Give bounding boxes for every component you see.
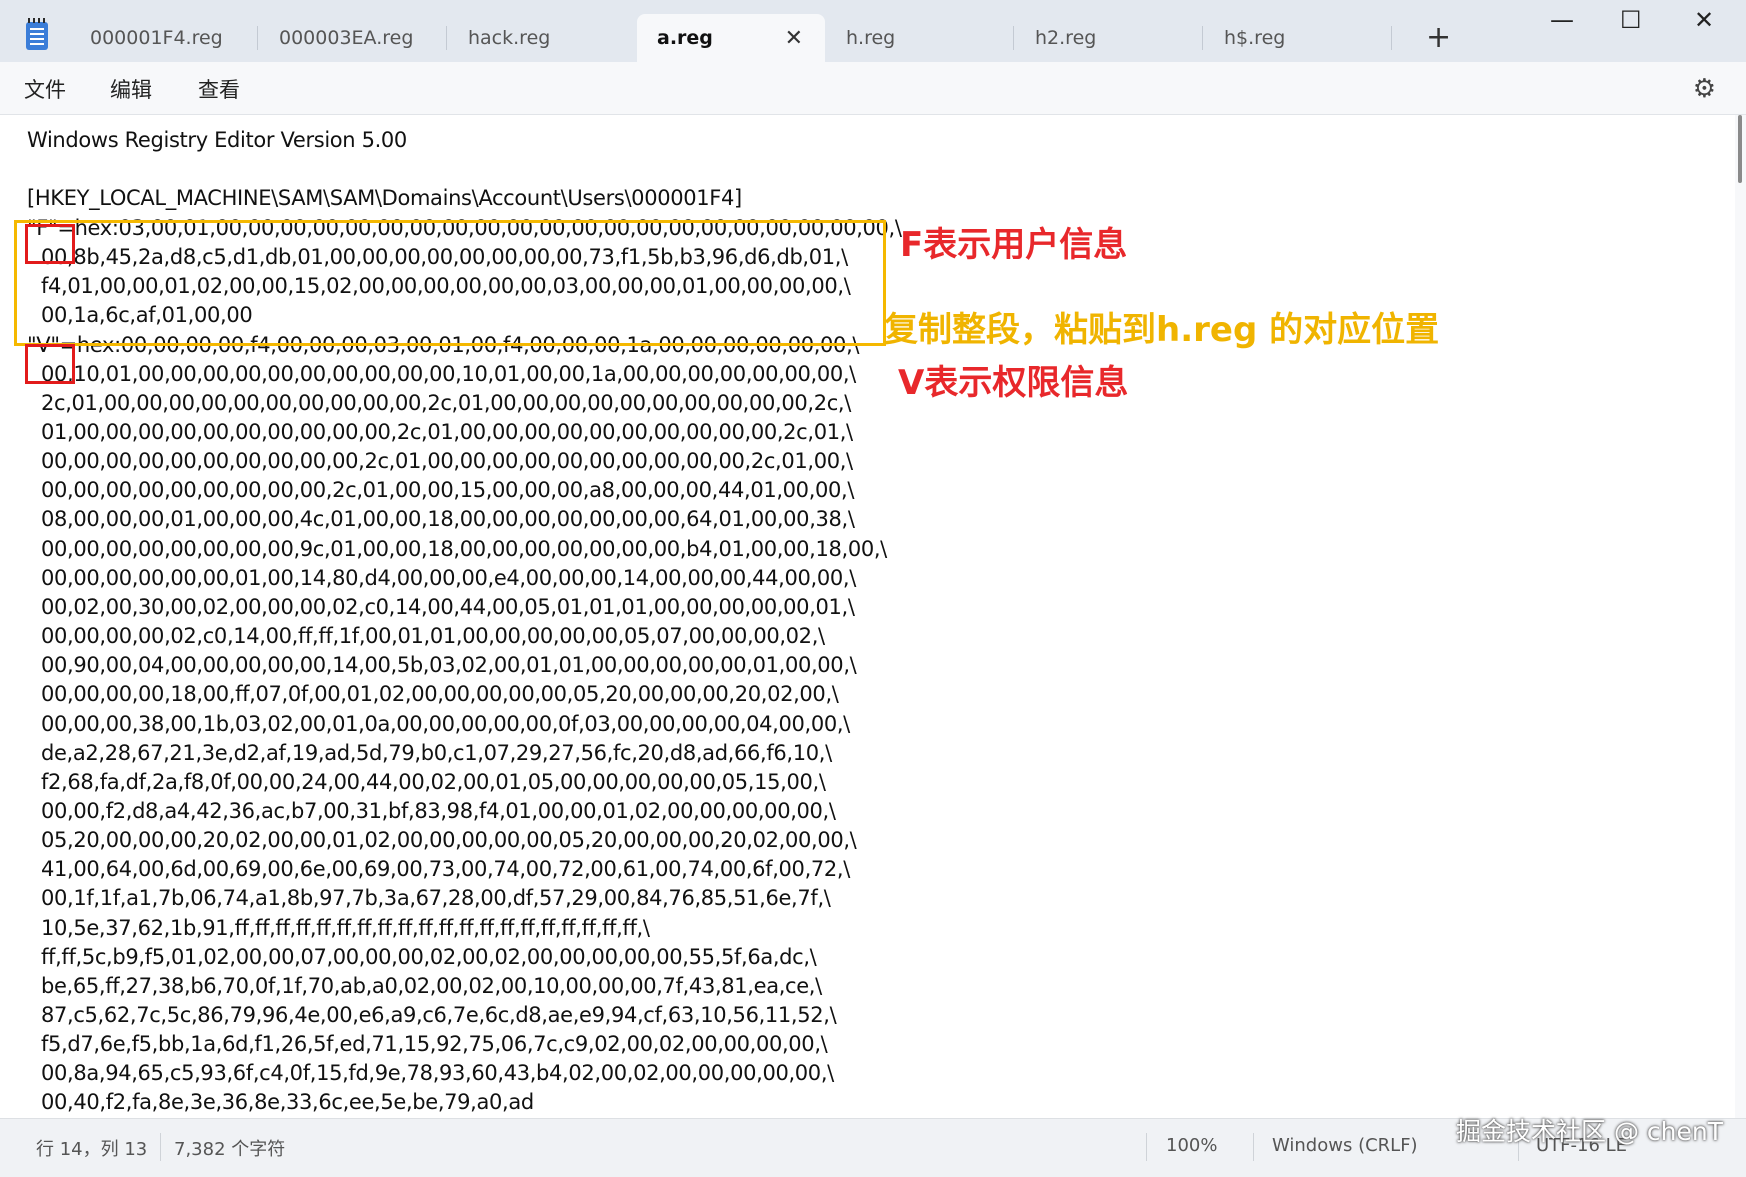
tab-label: h.reg [846,27,896,49]
editor-line: 00,00,00,00,00,00,01,00,14,80,d4,00,00,0… [41,566,856,590]
editor-line: 00,00,00,00,00,00,00,00,9c,01,00,00,18,0… [41,537,887,561]
menu-bar: 文件 编辑 查看 ⚙ [0,62,1746,115]
v-key-highlight-box [25,344,75,384]
copy-annotation: 复制整段，粘贴到h.reg 的对应位置 [884,310,1440,350]
tab-000003EA[interactable]: 000003EA.reg [259,14,447,62]
watermark: 掘金技术社区 @ chenT [1456,1117,1723,1146]
f-block-highlight-box [14,220,886,346]
close-window-icon[interactable]: ✕ [1694,6,1714,34]
editor-line: 05,20,00,00,00,20,02,00,00,01,02,00,00,0… [41,828,857,852]
tab-h[interactable]: h.reg [826,14,1014,62]
tab-h-dollar[interactable]: h$.reg [1204,14,1392,62]
f-key-highlight-box [25,224,75,264]
notepad-window: 000001F4.reg 000003EA.reg hack.reg a.reg… [0,0,1746,1177]
menu-edit[interactable]: 编辑 [110,74,152,104]
v-annotation: V表示权限信息 [898,363,1129,403]
settings-gear-icon[interactable]: ⚙ [1693,74,1716,104]
tab-a-active[interactable]: a.reg ✕ [637,14,825,62]
minimize-icon[interactable]: — [1550,6,1574,34]
editor-line: [HKEY_LOCAL_MACHINE\SAM\SAM\Domains\Acco… [27,186,742,210]
editor-line: 00,00,00,00,00,00,00,00,00,2c,01,00,00,1… [41,478,855,502]
editor-line: 87,c5,62,7c,5c,86,79,96,4e,00,e6,a9,c6,7… [41,1003,837,1027]
tab-label: h2.reg [1035,27,1097,49]
editor-line: 01,00,00,00,00,00,00,00,00,00,00,2c,01,0… [41,420,853,444]
new-tab-plus-icon[interactable]: + [1426,20,1451,55]
editor-line: 00,00,00,00,18,00,ff,07,0f,00,01,02,00,0… [41,682,839,706]
tab-label: 000003EA.reg [279,27,414,49]
editor-line: 00,00,00,38,00,1b,03,02,00,01,0a,00,00,0… [41,712,850,736]
tab-h2[interactable]: h2.reg [1015,14,1203,62]
editor-line: 08,00,00,00,01,00,00,00,4c,01,00,00,18,0… [41,507,855,531]
f-annotation: F表示用户信息 [900,225,1128,265]
line-ending[interactable]: Windows (CRLF) [1272,1135,1418,1156]
editor-line: de,a2,28,67,21,3e,d2,af,19,ad,5d,79,b0,c… [41,741,832,765]
tab-label: h$.reg [1224,27,1286,49]
editor-line: 00,00,f2,d8,a4,42,36,ac,b7,00,31,bf,83,9… [41,799,836,823]
editor-line: 00,1f,1f,a1,7b,06,74,a1,8b,97,7b,3a,67,2… [41,886,831,910]
tab-label: hack.reg [468,27,551,49]
editor-line: 41,00,64,00,6d,00,69,00,6e,00,69,00,73,0… [41,857,850,881]
editor-line: 10,5e,37,62,1b,91,ff,ff,ff,ff,ff,ff,ff,f… [41,916,650,940]
editor-line: 00,90,00,04,00,00,00,00,00,14,00,5b,03,0… [41,653,857,677]
editor-line: Windows Registry Editor Version 5.00 [27,128,407,152]
editor-line: 00,00,00,00,00,00,00,00,00,00,2c,01,00,0… [41,449,853,473]
editor-line: 00,00,00,00,02,c0,14,00,ff,ff,1f,00,01,0… [41,624,825,648]
tab-000001F4[interactable]: 000001F4.reg [70,14,258,62]
tab-label: 000001F4.reg [90,27,223,49]
editor-line: f5,d7,6e,f5,bb,1a,6d,f1,26,5f,ed,71,15,9… [41,1032,828,1056]
vertical-scrollbar[interactable] [1738,115,1742,183]
tab-close-icon[interactable]: ✕ [785,26,803,51]
editor-line: 00,8a,94,65,c5,93,6f,c4,0f,15,fd,9e,78,9… [41,1061,834,1085]
editor-line: f2,68,fa,df,2a,f8,0f,00,00,24,00,44,00,0… [41,770,826,794]
menu-file[interactable]: 文件 [24,74,66,104]
menu-view[interactable]: 查看 [198,74,240,104]
editor-line: 00,40,f2,fa,8e,3e,36,8e,33,6c,ee,5e,be,7… [41,1090,534,1114]
title-bar: 000001F4.reg 000003EA.reg hack.reg a.reg… [0,0,1746,62]
editor-line: be,65,ff,27,38,b6,70,0f,1f,70,ab,a0,02,0… [41,974,822,998]
editor-line: 00,10,01,00,00,00,00,00,00,00,00,00,00,1… [41,362,856,386]
editor-line: ff,ff,5c,b9,f5,01,02,00,00,07,00,00,00,0… [41,945,817,969]
zoom-level[interactable]: 100% [1166,1135,1217,1156]
tab-hack[interactable]: hack.reg [448,14,636,62]
editor-line: 00,02,00,30,00,02,00,00,00,02,c0,14,00,4… [41,595,855,619]
cursor-position: 行 14，列 13 [36,1139,148,1160]
maximize-icon[interactable]: ☐ [1620,6,1642,34]
tab-label: a.reg [657,27,713,49]
editor-line: 2c,01,00,00,00,00,00,00,00,00,00,00,2c,0… [41,391,851,415]
notepad-app-icon [26,18,48,50]
char-count: 7,382 个字符 [174,1139,286,1160]
